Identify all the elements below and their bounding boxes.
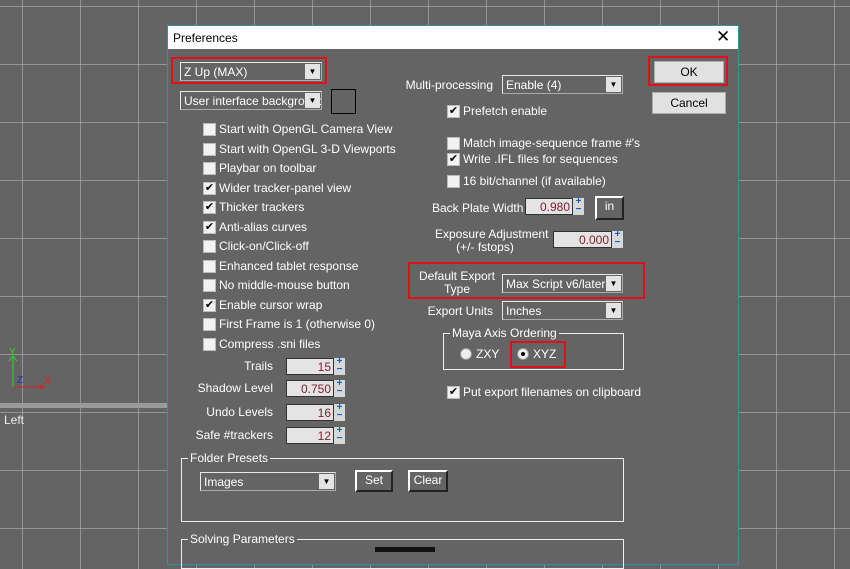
option-label: Click-on/Click-off [219,239,309,253]
option-label: Playbar on toolbar [219,161,317,175]
color-swatch[interactable] [331,89,356,114]
spinner-input[interactable]: 0.750 [286,380,334,397]
option-label: Wider tracker-panel view [219,181,352,195]
minus-icon: − [336,364,343,375]
export-option-checkbox[interactable]: ✔ [447,386,460,399]
spinner-buttons[interactable]: + − [334,379,345,397]
unit-button[interactable]: in [595,196,624,220]
spinner-label: Shadow Level [197,381,273,395]
radio-xyz[interactable] [517,348,529,360]
option-checkbox[interactable]: ✔ [203,299,216,312]
export-type-sublabel: Type [443,282,470,296]
spinner-label: Safe #trackers [195,428,273,442]
option-checkbox[interactable]: ✔ [203,182,216,195]
exposure-label: Exposure Adjustment [435,227,549,241]
spinner-label: Trails [244,359,273,373]
option-checkbox[interactable] [203,143,216,156]
exposure-spinner[interactable]: + − [612,230,623,248]
export-units-label: Export Units [427,304,493,318]
option-checkbox[interactable]: ✔ [203,201,216,214]
option-checkbox[interactable] [203,123,216,136]
viewport-divider[interactable] [0,403,167,408]
axis-dropdown[interactable]: Z Up (MAX) ▼ [180,62,322,81]
solving-parameters-group: Solving Parameters [181,532,624,569]
option-label: Enhanced tablet response [219,259,359,273]
dialog-title: Preferences [173,31,238,45]
spinner-input[interactable]: 12 [286,427,334,444]
minus-icon: − [336,433,343,444]
spinner-label: Undo Levels [206,405,273,419]
exposure-input[interactable]: 0.000 [553,231,612,248]
folder-preset-dropdown[interactable]: Images ▼ [200,472,336,491]
spinner-buttons[interactable]: + − [334,426,345,444]
chevron-down-icon: ▼ [606,303,621,318]
option-label: Start with OpenGL Camera View [219,122,393,136]
cancel-button[interactable]: Cancel [652,92,726,114]
set-button[interactable]: Set [355,470,393,492]
chevron-down-icon: ▼ [305,93,320,108]
option-checkbox[interactable] [203,260,216,273]
export-units-dropdown[interactable]: Inches ▼ [502,301,623,320]
spinner-input[interactable]: 16 [286,404,334,421]
export-option-checkbox[interactable] [447,137,460,150]
option-checkbox[interactable] [203,162,216,175]
option-checkbox[interactable] [203,338,216,351]
export-option-checkbox[interactable] [447,175,460,188]
option-label: Thicker trackers [219,200,305,214]
spinner-buttons[interactable]: + − [334,403,345,421]
option-label: Anti-alias curves [219,220,308,234]
multiprocessing-dropdown[interactable]: Enable (4) ▼ [502,75,623,94]
minus-icon: − [336,386,343,397]
chevron-down-icon: ▼ [305,64,320,79]
minus-icon: − [336,410,343,421]
radio-zxy[interactable] [460,348,472,360]
radio-xyz-label: XYZ [533,347,557,361]
option-label: Compress .sni files [219,337,321,351]
chevron-down-icon: ▼ [319,474,334,489]
radio-zxy-label: ZXY [476,347,500,361]
export-option-label: 16 bit/channel (if available) [463,174,606,188]
minus-icon: − [575,204,582,215]
close-icon[interactable]: ✕ [716,27,730,47]
svg-text:Y: Y [9,347,16,358]
export-option-label: Match image-sequence frame #'s [463,136,641,150]
spinner-buttons[interactable]: + − [334,357,345,375]
export-option-label: Prefetch enable [463,104,548,118]
back-plate-width-input[interactable]: 0.980 [525,198,573,215]
chevron-down-icon: ▼ [606,276,621,291]
svg-text:Z: Z [17,375,23,386]
export-type-dropdown[interactable]: Max Script v6/later ▼ [502,274,623,293]
option-checkbox[interactable]: ✔ [203,221,216,234]
viewport-label: Left [4,413,25,427]
back-plate-label: Back Plate Width [432,201,524,215]
export-option-label: Put export filenames on clipboard [463,385,642,399]
svg-text:X: X [44,375,52,387]
background-dropdown[interactable]: User interface background ▼ [180,91,322,110]
clear-button[interactable]: Clear [408,470,448,492]
back-plate-spinner[interactable]: + − [573,197,584,215]
option-label: Enable cursor wrap [219,298,323,312]
spinner-input[interactable]: 15 [286,358,334,375]
ok-button[interactable]: OK [654,61,724,83]
axis-gizmo-icon: Y X Z [8,347,52,390]
option-checkbox[interactable] [203,240,216,253]
minus-icon: − [614,237,621,248]
option-checkbox[interactable] [203,279,216,292]
chevron-down-icon: ▼ [606,77,621,92]
option-label: No middle-mouse button [219,278,350,292]
exposure-sublabel: (+/- fstops) [456,240,514,254]
multiprocessing-label: Multi-processing [405,78,493,92]
export-option-checkbox[interactable]: ✔ [447,153,460,166]
title-bar: Preferences ✕ [168,26,738,49]
option-label: Start with OpenGL 3-D Viewports [219,142,396,156]
export-option-label: Write .IFL files for sequences [463,152,618,166]
export-type-label: Default Export [418,269,496,283]
option-checkbox[interactable] [203,318,216,331]
export-option-checkbox[interactable]: ✔ [447,105,460,118]
option-label: First Frame is 1 (otherwise 0) [219,317,376,331]
